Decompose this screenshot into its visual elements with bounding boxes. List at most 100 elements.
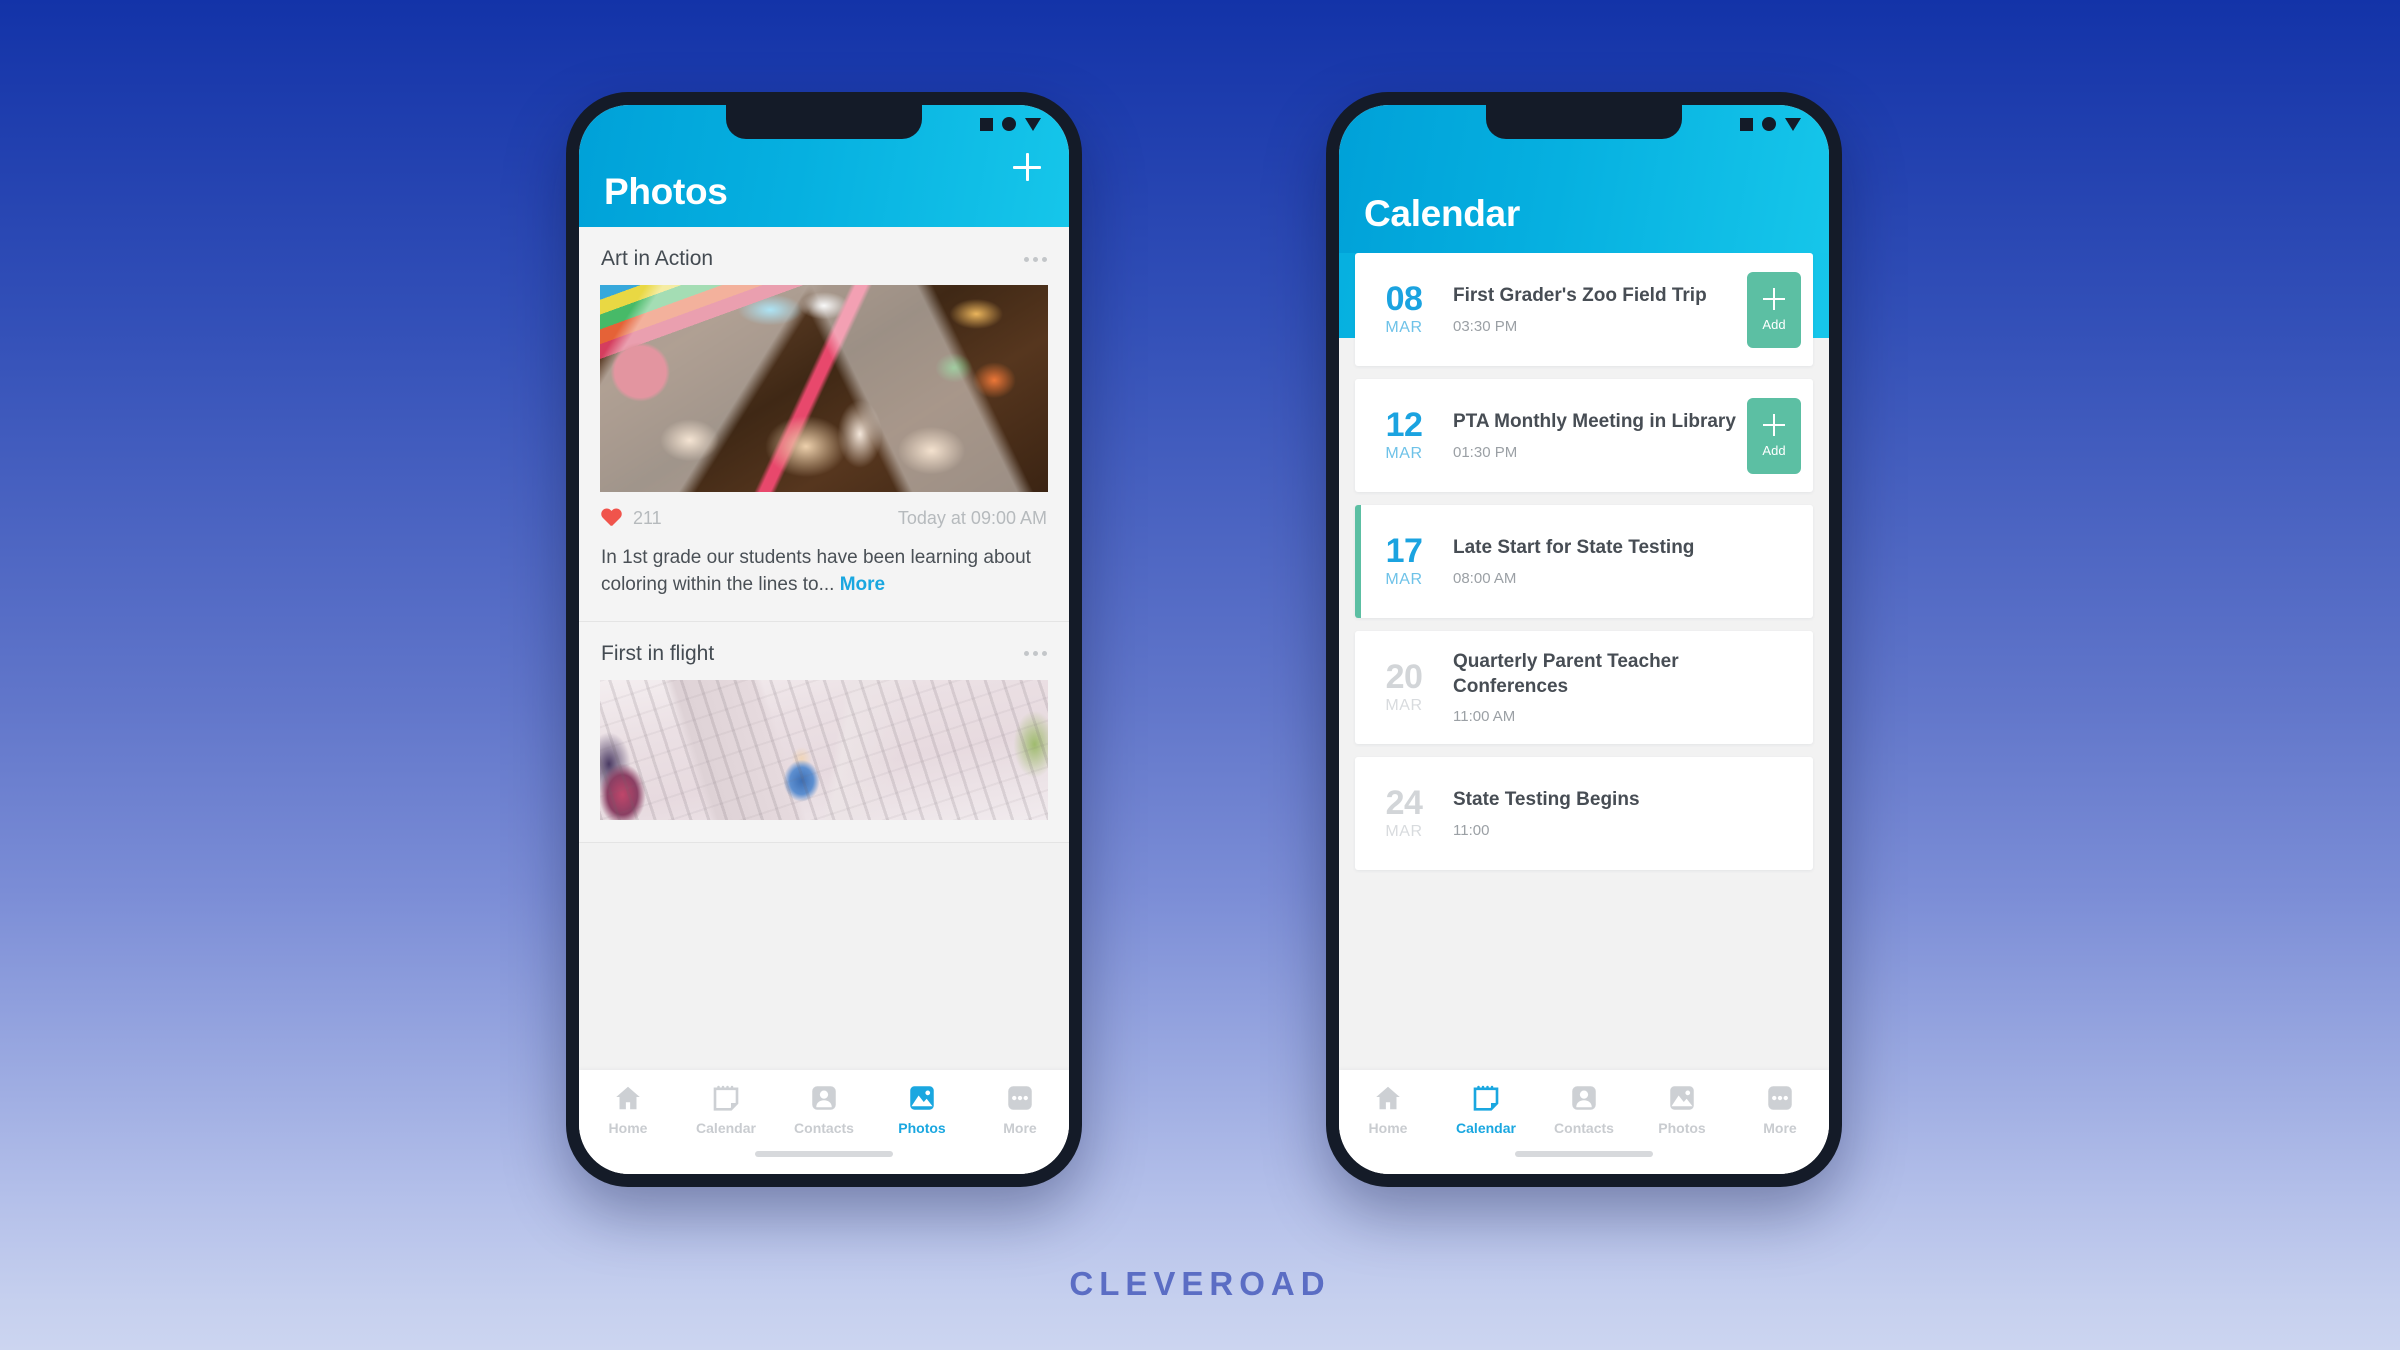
photo-post[interactable]: Art in Action 211 Today at 09:00 AM In 1…	[579, 227, 1069, 622]
post-header: Art in Action	[579, 227, 1069, 285]
event-time: 03:30 PM	[1453, 317, 1518, 335]
tab-calendar[interactable]: Calendar	[1437, 1083, 1535, 1136]
event-body: PTA Monthly Meeting in Library 01:30 PM	[1453, 410, 1747, 460]
post-meta: 211 Today at 09:00 AM	[579, 492, 1069, 529]
add-event-button[interactable]: Add	[1747, 271, 1801, 348]
tab-label: More	[1003, 1120, 1037, 1136]
post-image[interactable]	[600, 285, 1048, 492]
status-bar-icons	[980, 117, 1041, 131]
event-row[interactable]: 12 MAR PTA Monthly Meeting in Library 01…	[1355, 379, 1813, 492]
tab-label: Photos	[1658, 1120, 1706, 1136]
tab-label: Photos	[898, 1120, 946, 1136]
event-time: 08:00 AM	[1453, 569, 1517, 587]
brand-logo: CLEVEROAD	[1069, 1265, 1331, 1302]
event-day: 08	[1385, 279, 1423, 318]
photos-icon	[910, 1086, 934, 1110]
tab-label: Contacts	[794, 1120, 854, 1136]
event-day: 24	[1385, 783, 1423, 822]
contacts-icon	[812, 1086, 836, 1110]
phone-calendar: Calendar 08 MAR First Grader's Zoo Field…	[1326, 92, 1842, 1187]
like-count: 211	[633, 508, 662, 528]
triangle-down-icon	[1785, 117, 1801, 131]
more-options-icon[interactable]	[1024, 256, 1047, 262]
event-title: Late Start for State Testing	[1453, 537, 1695, 559]
event-day: 20	[1385, 657, 1423, 696]
phone-photos: Photos Art in Action 211 Today at 09:00 …	[566, 92, 1082, 1187]
photos-icon	[1670, 1086, 1694, 1110]
tab-contacts[interactable]: Contacts	[1535, 1083, 1633, 1136]
more-link[interactable]: More	[840, 574, 885, 595]
page-title: Photos	[604, 171, 728, 212]
tab-contacts[interactable]: Contacts	[775, 1083, 873, 1136]
plus-icon	[1763, 413, 1785, 436]
event-time: 11:00 AM	[1453, 707, 1516, 725]
home-indicator	[1515, 1151, 1653, 1157]
post-header: First in flight	[579, 622, 1069, 680]
circle-icon	[1762, 117, 1776, 131]
event-date: 08 MAR	[1355, 279, 1453, 338]
heart-icon[interactable]	[601, 509, 622, 528]
like-group[interactable]: 211	[601, 508, 662, 529]
event-row[interactable]: 24 MAR State Testing Begins 11:00	[1355, 757, 1813, 870]
event-day: 17	[1385, 531, 1423, 570]
home-icon	[1376, 1086, 1400, 1110]
tab-photos[interactable]: Photos	[1633, 1083, 1731, 1136]
post-title: First in flight	[601, 641, 715, 665]
triangle-down-icon	[1025, 117, 1041, 131]
event-time: 11:00	[1453, 821, 1490, 839]
tab-label: Calendar	[1456, 1120, 1516, 1136]
screen-photos: Photos Art in Action 211 Today at 09:00 …	[579, 105, 1069, 1174]
tab-more[interactable]: More	[1731, 1083, 1829, 1136]
tab-label: Home	[608, 1120, 648, 1136]
square-icon	[1740, 117, 1753, 131]
photos-feed[interactable]: Art in Action 211 Today at 09:00 AM In 1…	[579, 227, 1069, 1174]
square-icon	[980, 117, 993, 131]
tab-more[interactable]: More	[971, 1083, 1069, 1136]
event-month: MAR	[1385, 823, 1423, 841]
page-title: Calendar	[1364, 193, 1520, 234]
add-photo-button[interactable]	[1013, 153, 1041, 181]
post-timestamp: Today at 09:00 AM	[897, 508, 1047, 528]
event-month: MAR	[1385, 571, 1423, 589]
bottom-tab-bar: Home Calendar Contacts Photos More	[1339, 1070, 1829, 1174]
calendar-event-list[interactable]: 08 MAR First Grader's Zoo Field Trip 03:…	[1339, 252, 1829, 1174]
tab-photos[interactable]: Photos	[873, 1083, 971, 1136]
add-button-label: Add	[1762, 442, 1786, 458]
event-date: 24 MAR	[1355, 783, 1453, 842]
screen-calendar: Calendar 08 MAR First Grader's Zoo Field…	[1339, 105, 1829, 1174]
more-icon	[1008, 1086, 1032, 1110]
caption-text: In 1st grade our students have been lear…	[601, 547, 1031, 595]
plus-icon	[1763, 287, 1785, 310]
event-body: First Grader's Zoo Field Trip 03:30 PM	[1453, 284, 1747, 334]
event-date: 12 MAR	[1355, 407, 1453, 464]
event-body: Late Start for State Testing 08:00 AM	[1453, 536, 1801, 586]
calendar-icon	[1473, 1085, 1499, 1111]
contacts-icon	[1572, 1086, 1596, 1110]
more-icon	[1768, 1086, 1792, 1110]
event-title: State Testing Begins	[1453, 789, 1640, 811]
tab-label: Home	[1368, 1120, 1408, 1136]
event-date: 20 MAR	[1355, 657, 1453, 716]
event-row[interactable]: 20 MAR Quarterly Parent Teacher Conferen…	[1355, 631, 1813, 744]
home-icon	[616, 1086, 640, 1110]
status-bar-icons	[1740, 117, 1801, 131]
tab-calendar[interactable]: Calendar	[677, 1083, 775, 1136]
event-time: 01:30 PM	[1453, 443, 1518, 461]
event-row[interactable]: 17 MAR Late Start for State Testing 08:0…	[1355, 505, 1813, 618]
tab-label: Calendar	[696, 1120, 756, 1136]
circle-icon	[1002, 117, 1016, 131]
tab-home[interactable]: Home	[1339, 1083, 1437, 1136]
event-body: State Testing Begins 11:00	[1453, 788, 1801, 838]
event-title: Quarterly Parent Teacher Conferences	[1453, 651, 1679, 697]
add-event-button[interactable]: Add	[1747, 397, 1801, 474]
phone-notch	[1486, 105, 1682, 139]
event-month: MAR	[1385, 445, 1423, 463]
tab-home[interactable]: Home	[579, 1083, 677, 1136]
more-options-icon[interactable]	[1024, 651, 1047, 657]
event-title: PTA Monthly Meeting in Library	[1453, 411, 1736, 433]
post-image[interactable]	[600, 679, 1048, 820]
bottom-tab-bar: Home Calendar Contacts Photos More	[579, 1070, 1069, 1174]
event-row[interactable]: 08 MAR First Grader's Zoo Field Trip 03:…	[1355, 253, 1813, 366]
photo-post[interactable]: First in flight	[579, 621, 1069, 843]
event-body: Quarterly Parent Teacher Conferences 11:…	[1453, 650, 1801, 725]
